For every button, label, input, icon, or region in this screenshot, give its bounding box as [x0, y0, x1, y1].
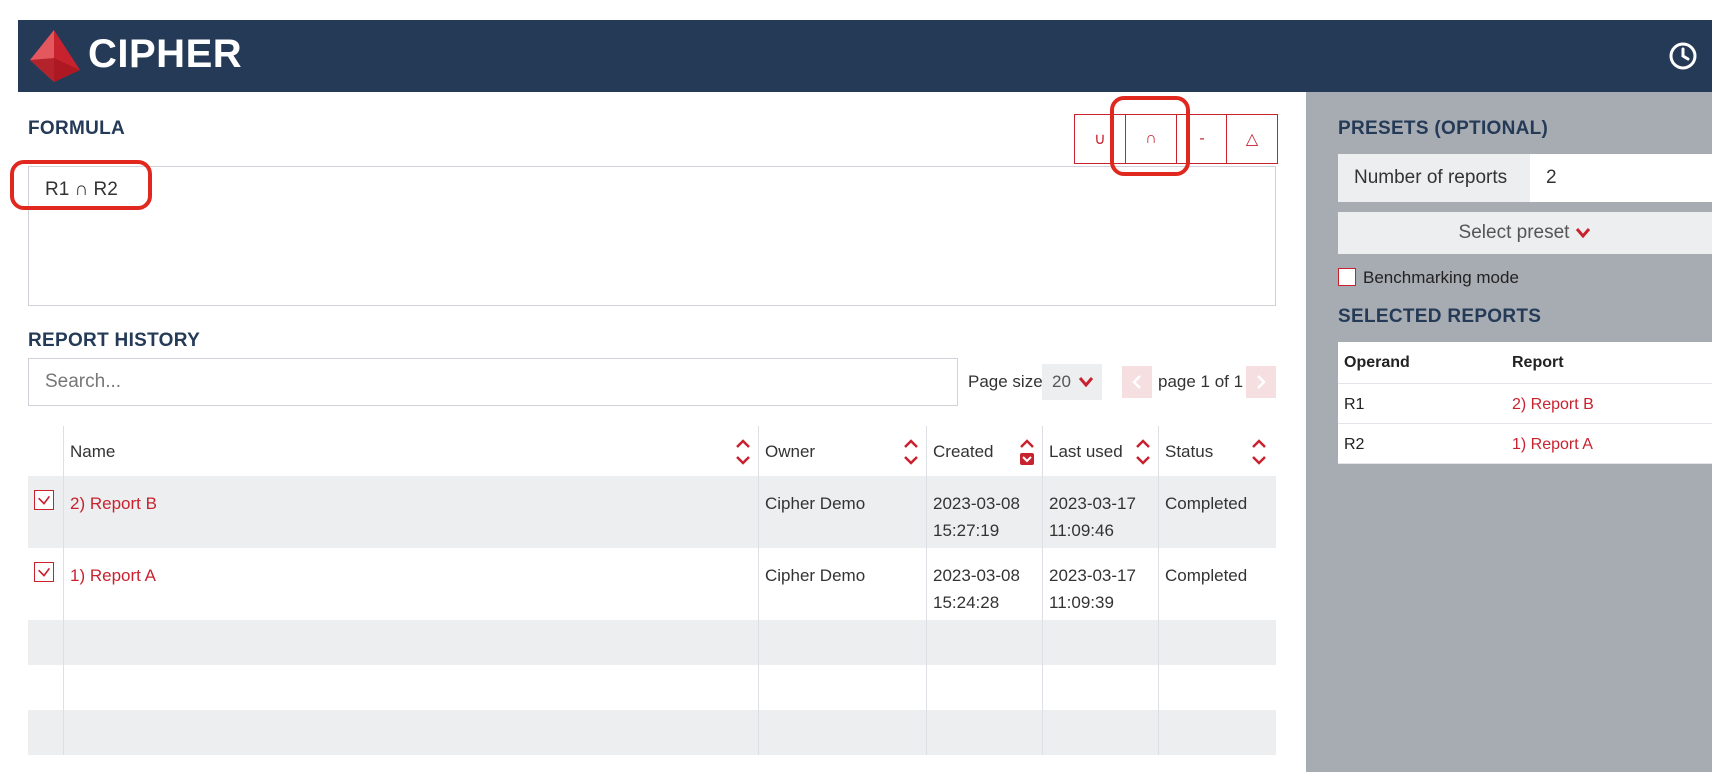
report-link[interactable]: 2) Report B [1512, 396, 1594, 414]
empty-table-row [28, 620, 1276, 665]
formula-title: FORMULA [28, 118, 126, 139]
selected-reports-table: Operand Report R1 2) Report B R2 1) Repo… [1338, 342, 1712, 464]
empty-table-row [28, 710, 1276, 755]
sort-icon[interactable] [734, 438, 752, 466]
chevron-down-icon [1576, 228, 1591, 239]
report-created: 2023-03-08 15:27:19 [933, 494, 1020, 540]
benchmarking-mode-label: Benchmarking mode [1363, 268, 1519, 287]
prev-page-button[interactable] [1122, 366, 1152, 398]
table-row[interactable]: 2) Report B Cipher Demo 2023-03-08 15:27:… [28, 476, 1276, 548]
app-header: CIPHER [18, 20, 1712, 92]
report-status: Completed [1165, 566, 1248, 585]
report-owner: Cipher Demo [765, 566, 866, 585]
operand-value: R2 [1344, 436, 1365, 453]
page-size-label: Page size [968, 372, 1043, 391]
row-checkbox-checked-icon[interactable] [34, 562, 54, 582]
table-header: Name Owner Created Last used Status [28, 426, 1276, 476]
page-size-value: 20 [1052, 372, 1071, 391]
report-owner: Cipher Demo [765, 494, 866, 513]
clock-history-icon[interactable] [1667, 40, 1699, 72]
column-header-created[interactable]: Created [933, 442, 993, 462]
table-row[interactable]: 1) Report A Cipher Demo 2023-03-08 15:24:… [28, 548, 1276, 620]
sort-icon[interactable] [902, 438, 920, 466]
union-operator-button[interactable]: ∪ [1074, 114, 1126, 164]
table-row: R1 2) Report B [1338, 384, 1712, 424]
operand-value: R1 [1344, 396, 1365, 413]
empty-table-row [28, 665, 1276, 710]
column-header-owner[interactable]: Owner [765, 442, 815, 462]
cipher-logo-icon [30, 30, 80, 82]
column-header-status[interactable]: Status [1165, 442, 1213, 462]
table-row: R2 1) Report A [1338, 424, 1712, 464]
selected-reports-title: SELECTED REPORTS [1338, 306, 1542, 327]
search-input[interactable] [28, 358, 958, 406]
column-header-name[interactable]: Name [70, 442, 115, 462]
report-last-used: 2023-03-17 11:09:46 [1049, 494, 1136, 540]
report-history-table: Name Owner Created Last used Status 2) R… [28, 426, 1276, 755]
column-header-report: Report [1512, 354, 1564, 371]
benchmarking-mode-checkbox[interactable] [1338, 268, 1356, 286]
chevron-right-icon [1257, 375, 1266, 389]
report-last-used: 2023-03-17 11:09:39 [1049, 566, 1136, 612]
column-header-operand: Operand [1344, 354, 1410, 371]
report-created: 2023-03-08 15:24:28 [933, 566, 1020, 612]
report-name-link[interactable]: 1) Report A [70, 562, 156, 589]
sort-descending-icon[interactable] [1018, 438, 1036, 466]
chevron-down-icon [1078, 377, 1093, 387]
select-preset-dropdown[interactable]: Select preset [1338, 212, 1712, 254]
report-name-link[interactable]: 2) Report B [70, 490, 157, 517]
number-of-reports-label: Number of reports [1338, 154, 1530, 202]
sort-icon[interactable] [1134, 438, 1152, 466]
number-of-reports-input[interactable]: 2 [1530, 154, 1712, 202]
page-size-select[interactable]: 20 [1042, 364, 1102, 400]
next-page-button[interactable] [1246, 366, 1276, 398]
presets-title: PRESETS (OPTIONAL) [1338, 118, 1549, 139]
select-preset-label: Select preset [1458, 222, 1570, 243]
selected-reports-header: Operand Report [1338, 342, 1712, 384]
page-indicator: page 1 of 1 [1158, 372, 1244, 391]
chevron-left-icon [1132, 375, 1141, 389]
sort-icon[interactable] [1250, 438, 1268, 466]
difference-operator-button[interactable]: - [1176, 114, 1228, 164]
report-history-title: REPORT HISTORY [28, 330, 201, 351]
symmetric-difference-operator-button[interactable]: △ [1226, 114, 1278, 164]
formula-input[interactable]: R1 ∩ R2 [28, 166, 1276, 306]
column-header-last-used[interactable]: Last used [1049, 442, 1123, 462]
intersection-operator-button[interactable]: ∩ [1125, 114, 1177, 164]
report-link[interactable]: 1) Report A [1512, 436, 1593, 454]
row-checkbox-checked-icon[interactable] [34, 490, 54, 510]
formula-value: R1 ∩ R2 [45, 179, 118, 200]
brand-title: CIPHER [88, 32, 243, 76]
report-status: Completed [1165, 494, 1248, 513]
